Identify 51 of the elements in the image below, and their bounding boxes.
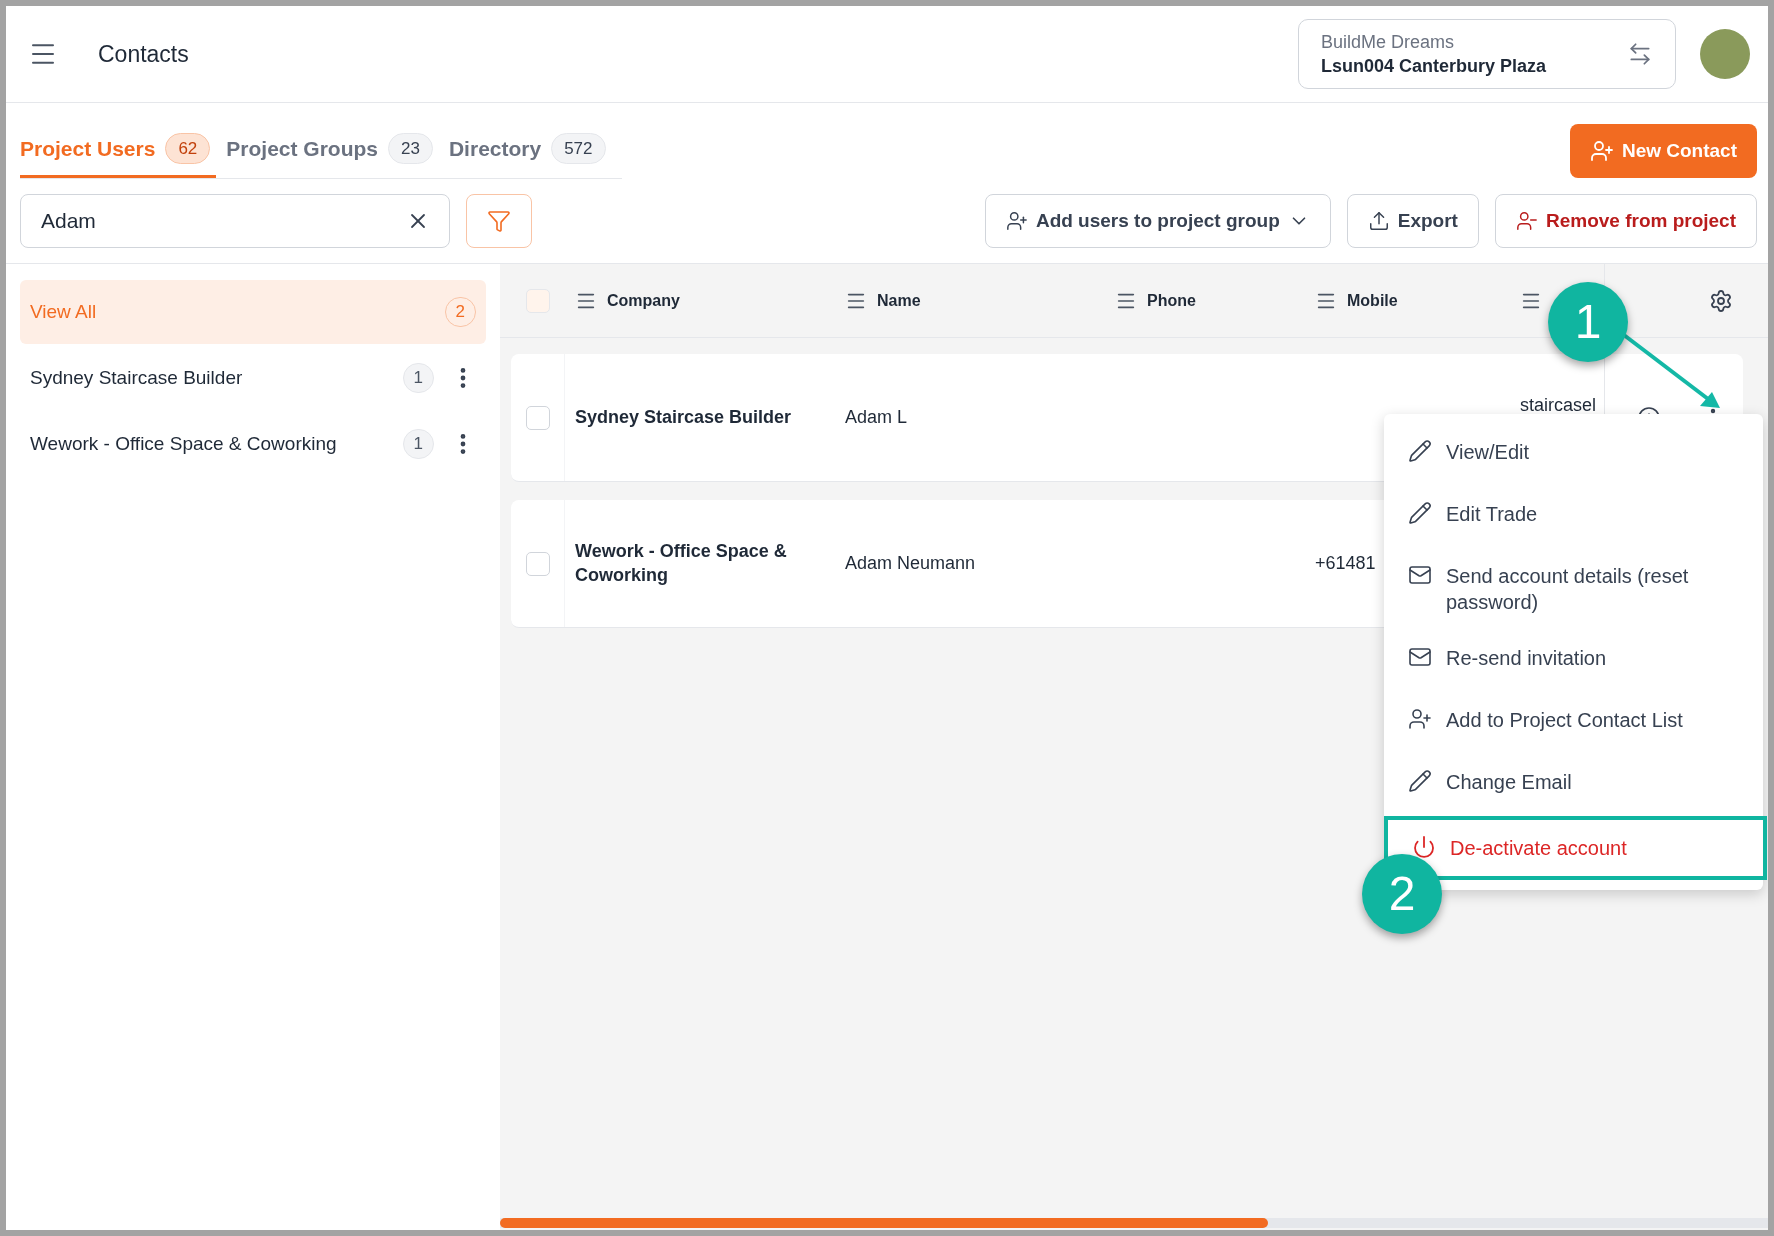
pencil-icon — [1408, 439, 1432, 463]
group-item[interactable]: Sydney Staircase Builder 1 — [20, 346, 486, 410]
toolbar-button[interactable]: Add users to project group — [984, 194, 1331, 248]
column-header: Name — [877, 290, 921, 311]
company-cell: Sydney Staircase Builder — [575, 406, 792, 427]
count-badge: 1 — [402, 429, 434, 459]
user-plus-icon — [1408, 707, 1432, 731]
menu-item[interactable]: Re-send invitation — [1384, 630, 1763, 692]
avatar[interactable] — [1700, 29, 1750, 79]
toolbar-button[interactable]: Remove from project — [1494, 194, 1757, 248]
count-badge: 1 — [402, 363, 434, 393]
tab[interactable]: Project Users 62 — [20, 122, 217, 178]
search-field[interactable]: Adam — [20, 194, 450, 248]
column-header: Company — [607, 290, 680, 311]
menu-item[interactable]: Add to Project Contact List — [1384, 692, 1763, 754]
pencil-icon — [1408, 769, 1432, 793]
toolbar-button[interactable]: Export — [1346, 194, 1479, 248]
project-switcher[interactable]: BuildMe Dreams Lsun004 Canterbury Plaza — [1298, 19, 1676, 89]
project-name: Lsun004 Canterbury Plaza — [1321, 55, 1548, 78]
column-header: Phone — [1147, 290, 1196, 311]
column-header: Mobile — [1347, 290, 1398, 311]
power-icon — [1412, 835, 1436, 859]
row-checkbox[interactable] — [525, 405, 550, 430]
org-name: BuildMe Dreams — [1321, 31, 1456, 54]
table-cell: staircasel — [1520, 395, 1597, 415]
count-badge: 62 — [165, 132, 211, 165]
mobile-cell: +61481 — [1315, 553, 1376, 573]
settings-icon[interactable] — [1709, 288, 1733, 313]
count-badge: 23 — [388, 132, 433, 165]
upload-icon — [1367, 210, 1390, 232]
page-title: Contacts — [98, 39, 189, 69]
mail-icon — [1408, 563, 1432, 587]
scrollbar[interactable] — [500, 1218, 1768, 1228]
select-all-checkbox[interactable] — [526, 288, 550, 313]
user-minus-icon — [1515, 210, 1538, 232]
swap-icon — [1627, 41, 1653, 67]
tab[interactable]: Directory 572 — [448, 122, 612, 178]
tab[interactable]: Project Groups 23 — [226, 122, 439, 178]
row-checkbox[interactable] — [525, 551, 550, 576]
pencil-icon — [1408, 501, 1432, 525]
menu-item[interactable]: View/Edit — [1384, 424, 1763, 486]
company-cell: Wework - Office Space & Coworking — [575, 540, 787, 585]
name-cell: Adam L — [845, 407, 908, 427]
count-badge: 572 — [551, 132, 606, 165]
mail-icon — [1408, 645, 1432, 669]
user-plus-icon — [1589, 139, 1614, 163]
menu-item[interactable]: Change Email — [1384, 754, 1763, 816]
group-item[interactable]: Wework - Office Space & Coworking 1 — [20, 412, 486, 476]
user-plus-icon — [1005, 210, 1028, 232]
filter-icon — [487, 209, 511, 233]
name-cell: Adam Neumann — [845, 553, 976, 573]
